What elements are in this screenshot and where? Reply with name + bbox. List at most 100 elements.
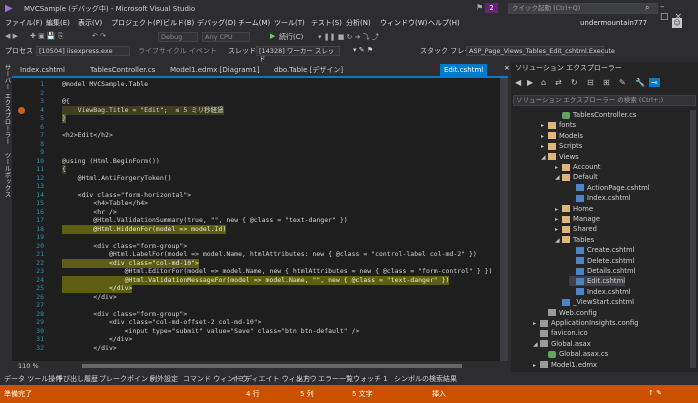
close-icon[interactable]: × (504, 64, 510, 72)
bottom-tab[interactable]: 呼び出し履歴 (56, 374, 98, 384)
code-line[interactable]: @Html.AntiForgeryToken() (62, 174, 172, 183)
tree-item[interactable]: ◢ Global.asax (533, 339, 591, 349)
new-project-icon[interactable]: ✚ ▣ 💾 ⎘ (30, 32, 63, 41)
tree-item[interactable]: Create.cshtml (569, 245, 635, 255)
tree-item[interactable]: Global.asax.cs (541, 349, 608, 359)
expand-icon[interactable]: ▸ (533, 361, 540, 371)
tree-item[interactable]: Web.config (541, 308, 597, 318)
tree-item[interactable]: ▸ Manage (555, 214, 600, 224)
continue-icon[interactable]: ▶ (270, 32, 275, 40)
code-line[interactable]: @Html.HiddenFor(model => model.Id) (62, 224, 227, 234)
code-line[interactable]: @using (Html.BeginForm()) (62, 157, 160, 166)
collapse-icon[interactable]: ⊟ (587, 78, 594, 87)
wrench-icon[interactable]: 🔧 (635, 78, 645, 87)
server-explorer-tab[interactable]: サーバー エクスプローラー (2, 64, 12, 144)
expand-icon[interactable]: ◢ (541, 153, 548, 163)
sync-icon[interactable]: ⇄ (555, 78, 562, 87)
bottom-tab[interactable]: ウォッチ 1 (353, 374, 388, 384)
tree-item[interactable]: ▸ Account (555, 162, 600, 172)
notification-badge[interactable]: 2 (485, 3, 498, 13)
thread-select[interactable]: [14328] ワーカー スレッド (256, 46, 340, 63)
tab-edit-cshtml[interactable]: Edit.cshtml (440, 64, 488, 76)
back-icon[interactable]: ◀ (515, 78, 521, 87)
show-all-icon[interactable]: ⊞ (603, 78, 610, 87)
menu-project[interactable]: プロジェクト(P) (111, 18, 163, 28)
bottom-tab[interactable]: データ ツール操作 (4, 374, 62, 384)
configuration-select[interactable]: Debug (158, 32, 198, 42)
bottom-tab[interactable]: エラー一覧 (318, 374, 353, 384)
code-area[interactable]: @model MVCSample.Table @{ ViewBag.Title =… (62, 78, 502, 361)
menu-team[interactable]: チーム(M) (238, 18, 270, 28)
stack-frame-select[interactable]: ASP_Page_Views_Tables_Edit_cshtml.Execut… (466, 46, 615, 56)
expand-icon[interactable]: ◢ (533, 340, 540, 350)
menu-debug[interactable]: デバッグ(D) (197, 18, 236, 28)
tree-item[interactable]: _ViewStart.cshtml (555, 297, 634, 307)
tree-item[interactable]: ◢ Default (555, 172, 598, 182)
pin-icon[interactable]: ⊸ (649, 78, 660, 87)
tree-item[interactable]: ▸ Scripts (541, 141, 582, 151)
forward-icon[interactable]: ▶ (527, 78, 533, 87)
tree-item[interactable]: Delete.cshtml (569, 256, 634, 266)
continue-button[interactable]: 続行(C) (279, 32, 303, 42)
status-arrows-icon[interactable]: ↑ ✎ (648, 389, 662, 397)
bottom-tab[interactable]: ブレークポイント (99, 374, 155, 384)
solution-search-input[interactable]: ソリューション エクスプローラー の検索 (Ctrl+;) (513, 95, 696, 106)
scroll-thumb[interactable] (82, 364, 462, 368)
flag-icon[interactable]: ⚑ (476, 3, 483, 12)
tree-item[interactable]: ▸ ApplicationInsights.config (533, 318, 639, 328)
tab-index-cshtml[interactable]: Index.cshtml (20, 64, 65, 76)
line-gutter[interactable]: 1 2 3 4 5 6 7 8 9 10 11 12 13 14 15 16 17 18 19 20 21 22 23 24 2… (12, 78, 58, 361)
menu-test[interactable]: テスト(S) (311, 18, 342, 28)
menu-window[interactable]: ウィンドウ(W) (380, 18, 427, 28)
toolbox-tab[interactable]: ツールボックス (2, 152, 12, 198)
breakpoint-icon[interactable] (18, 106, 25, 114)
home-icon[interactable]: ⌂ (541, 78, 546, 87)
refresh-icon[interactable]: ↻ (571, 78, 578, 87)
tree-item[interactable]: ▸ Model1.edmx (533, 360, 597, 370)
tree-item[interactable]: ActionPage.cshtml (569, 183, 650, 193)
bottom-tab[interactable]: 出力 (296, 374, 310, 384)
tree-item[interactable]: ◢ Views (541, 152, 579, 162)
menu-edit[interactable]: 編集(E) (46, 18, 70, 28)
code-line[interactable]: </div> (62, 344, 117, 353)
menu-analyze[interactable]: 分析(N) (346, 18, 371, 28)
code-editor[interactable]: 1 2 3 4 5 6 7 8 9 10 11 12 13 14 15 16 17 18 19 20 21 22 23 24 2… (12, 78, 508, 361)
lifecycle-events-button[interactable]: ライフサイクル イベント (138, 46, 217, 56)
expand-icon[interactable]: ◢ (555, 236, 562, 246)
avatar[interactable]: ☺ (672, 18, 682, 28)
expand-icon[interactable]: ◢ (555, 173, 562, 183)
tree-item[interactable]: ▸ Home (555, 204, 593, 214)
filter-icons[interactable]: ▾ ✎ ⚑ (353, 46, 373, 54)
code-line[interactable]: <h2>Edit</h2> (62, 131, 113, 140)
editor-horizontal-scrollbar[interactable]: 110 % (12, 361, 508, 371)
tree-item[interactable]: ◢ Tables (555, 235, 594, 245)
tree-item[interactable]: ▸ Shared (555, 224, 597, 234)
tab-dbo-table[interactable]: dbo.Table [デザイン] (274, 64, 343, 76)
editor-vertical-scrollbar[interactable] (500, 78, 508, 361)
tab-model1-edmx[interactable]: Model1.edmx [Diagram1] (170, 64, 260, 76)
menu-build[interactable]: ビルド(B) (163, 18, 194, 28)
menu-help[interactable]: ヘルプ(H) (428, 18, 460, 28)
tree-item[interactable]: Details.cshtml (569, 266, 635, 276)
code-line[interactable]: } (62, 114, 66, 123)
solution-scrollbar[interactable] (690, 110, 696, 368)
undo-icon[interactable]: ↶ ↷ (92, 32, 106, 40)
menu-view[interactable]: 表示(V) (78, 18, 102, 28)
quick-launch-input[interactable]: クイック起動 (Ctrl+Q) (508, 3, 658, 14)
code-line[interactable]: </div> (62, 293, 117, 302)
tree-item[interactable]: Index.cshtml (569, 287, 631, 297)
menu-tools[interactable]: ツール(T) (274, 18, 305, 28)
nav-back-icon[interactable]: ◀ ▶ (5, 32, 18, 40)
process-select[interactable]: [10504] iisexpress.exe (36, 46, 130, 56)
tree-item[interactable]: TablesController.cs (555, 110, 636, 120)
search-icon[interactable]: ⌕ (645, 3, 649, 13)
tree-item[interactable]: Index.cshtml (569, 193, 631, 203)
zoom-level[interactable]: 110 % (18, 362, 39, 370)
bottom-tab[interactable]: 例外設定 (150, 374, 178, 384)
tree-item[interactable]: favicon.ico (533, 328, 588, 338)
tree-item[interactable]: ▸ fonts (541, 120, 576, 130)
platform-select[interactable]: Any CPU (202, 32, 250, 42)
debug-controls-icon[interactable]: ▾ ❚❚ ■ ↻ ➔ ⤵ ⤴ (318, 32, 379, 42)
tab-tables-controller[interactable]: TablesController.cs (90, 64, 155, 76)
bottom-tab[interactable]: シンボルの検索結果 (394, 374, 457, 384)
